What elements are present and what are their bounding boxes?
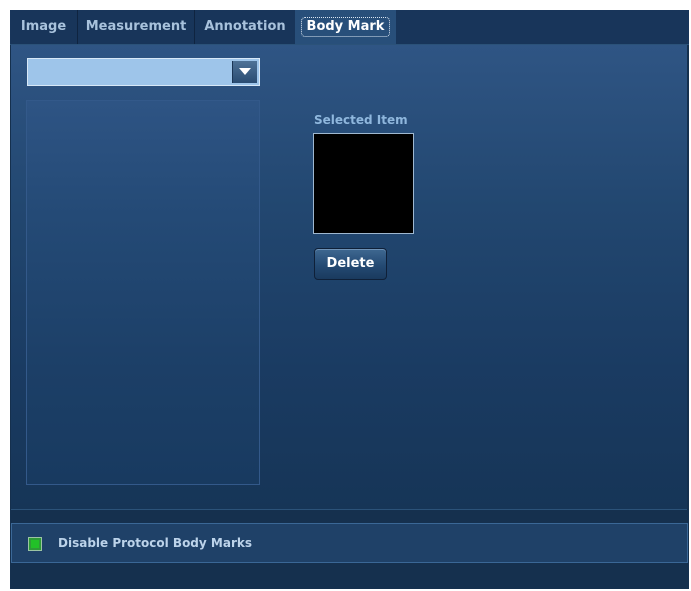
body-mark-settings-window: Image Measurement Annotation Body Mark S… — [10, 10, 689, 589]
tab-measurement[interactable]: Measurement — [78, 10, 195, 44]
tab-annotation-label: Annotation — [204, 19, 286, 34]
tab-measurement-label: Measurement — [85, 19, 187, 34]
disable-protocol-body-marks-checkbox[interactable] — [28, 537, 42, 551]
tab-bar: Image Measurement Annotation Body Mark — [10, 10, 689, 45]
selected-item-label: Selected Item — [314, 113, 408, 127]
delete-button[interactable]: Delete — [314, 248, 387, 280]
tab-image[interactable]: Image — [10, 10, 78, 44]
body-mark-list[interactable] — [26, 100, 260, 485]
protocol-options-panel: Disable Protocol Body Marks — [11, 523, 688, 563]
tab-image-label: Image — [20, 19, 67, 34]
triangle-down-icon — [239, 68, 251, 75]
body-mark-category-dropdown[interactable] — [27, 58, 260, 86]
tab-body-mark[interactable]: Body Mark — [295, 10, 396, 44]
tab-annotation[interactable]: Annotation — [195, 10, 295, 44]
dropdown-toggle-button[interactable] — [232, 61, 257, 83]
tab-body-mark-label: Body Mark — [300, 17, 391, 37]
green-square-check-icon — [31, 540, 39, 548]
disable-protocol-body-marks-label[interactable]: Disable Protocol Body Marks — [58, 536, 252, 550]
selected-item-preview — [313, 133, 414, 234]
body-mark-panel: Selected Item Delete — [11, 45, 687, 510]
